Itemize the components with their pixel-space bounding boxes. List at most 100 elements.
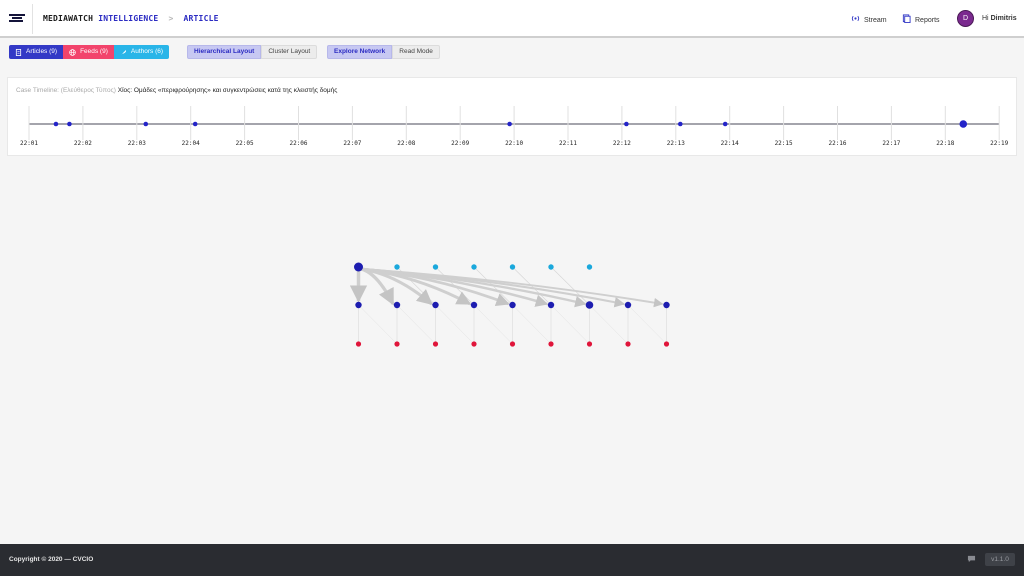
feed-node[interactable] [355,341,362,347]
read-mode-button[interactable]: Read Mode [392,45,440,59]
timeline-chart[interactable]: 22:01 22:02 22:03 22:04 22:05 22:06 22:07 22:08… [8,78,1018,157]
timeline-event-dot[interactable] [959,120,968,128]
mode-toggle: Explore Network Read Mode [327,45,440,59]
timeline-event-dot[interactable] [53,121,59,127]
article-feed-edge [589,304,629,345]
root-article-node[interactable] [354,262,363,272]
timeline-tick-label: 22:11 [559,140,577,147]
articles-filter-label: Articles (9) [26,48,58,55]
article-feed-edge [512,304,552,345]
timeline-event-dot[interactable] [192,121,198,127]
article-feed-edge [396,304,436,345]
reports-label: Reports [915,17,940,24]
feed-node[interactable] [471,341,477,347]
feed-node[interactable] [509,341,516,347]
footer: Copyright © 2020 — CVCIO [0,544,1024,576]
timeline-tick-label: 22:15 [775,140,793,147]
stream-link[interactable]: Stream [851,14,887,24]
timeline-tick-label: 22:06 [289,140,307,147]
timeline-tick-label: 22:08 [397,140,415,147]
authors-filter-button[interactable]: Authors (6) [113,45,170,59]
feed-node[interactable] [394,341,400,347]
article-node[interactable] [355,301,362,309]
app-logo-icon[interactable] [9,14,25,23]
explore-network-button[interactable]: Explore Network [327,45,393,59]
author-node[interactable] [432,264,439,270]
timeline-tick-label: 22:19 [990,140,1008,147]
article-feed-edge [358,304,398,345]
timeline-tick-label: 22:14 [721,140,739,147]
author-node[interactable] [586,264,593,270]
user-name: Dimitris [990,15,1017,22]
broadcast-icon [851,15,860,22]
article-node[interactable] [547,301,555,309]
timeline-tick-label: 22:02 [74,140,92,147]
network-graph[interactable] [0,160,1024,544]
chat-icon[interactable] [967,555,976,563]
timeline-tick-label: 22:12 [613,140,631,147]
article-node[interactable] [470,301,478,309]
article-node[interactable] [663,301,670,309]
timeline-event-dot[interactable] [507,121,512,127]
timeline-event-dot[interactable] [624,121,629,127]
top-navbar: MEDIAWATCH INTELLIGENCE > ARTICLE Stream… [0,0,1024,38]
timeline-tick-label: 22:01 [20,140,38,147]
author-node[interactable] [394,264,400,270]
document-icon [15,48,22,56]
case-timeline-card: Case Timeline: (Ελεύθερος Τύπος) Χίος: Ο… [7,77,1017,156]
timeline-tick-label: 22:17 [882,140,900,147]
divider [32,4,33,34]
timeline-event-dot[interactable] [67,121,72,127]
timeline-tick-label: 22:05 [236,140,254,147]
timeline-tick-label: 22:03 [128,140,146,147]
breadcrumb-current: ARTICLE [183,14,219,23]
author-node[interactable] [471,264,477,270]
article-node[interactable] [509,301,516,309]
timeline-tick-label: 22:07 [343,140,361,147]
articles-filter-button[interactable]: Articles (9) [9,45,64,59]
feather-icon [120,49,126,55]
stream-label: Stream [864,17,887,24]
timeline-event-dot[interactable] [143,121,149,127]
feed-node[interactable] [548,341,554,347]
avatar[interactable]: D [957,10,974,27]
timeline-event-dot[interactable] [677,121,683,127]
author-node[interactable] [509,264,516,270]
breadcrumb: MEDIAWATCH INTELLIGENCE > ARTICLE [43,14,219,23]
feed-node[interactable] [586,341,593,347]
article-feed-edge [550,304,590,345]
article-node[interactable] [585,301,594,309]
greeting: Hi [982,15,989,22]
cluster-layout-button[interactable]: Cluster Layout [261,45,318,59]
author-article-edge [550,266,590,306]
user-menu[interactable]: Hi Dimitris [982,15,1017,22]
feeds-filter-label: Feeds (9) [80,48,108,55]
globe-icon [69,48,76,56]
breadcrumb-separator: > [168,14,174,23]
brand-accent[interactable]: INTELLIGENCE [98,14,158,23]
article-feed-edge [627,304,667,345]
brand-name[interactable]: MEDIAWATCH [43,14,93,23]
timeline-tick-label: 22:04 [182,140,200,147]
reports-link[interactable]: Reports [902,14,940,24]
feed-node[interactable] [663,341,670,347]
authors-filter-label: Authors (6) [130,48,164,55]
article-node[interactable] [624,301,632,309]
feeds-filter-button[interactable]: Feeds (9) [63,45,114,59]
timeline-tick-label: 22:10 [505,140,523,147]
version-badge: v1.1.0 [985,553,1015,566]
timeline-tick-label: 22:16 [828,140,846,147]
article-feed-edge [473,304,513,345]
feed-node[interactable] [432,341,439,347]
layout-toggle: Hierarchical Layout Cluster Layout [187,45,318,59]
timeline-event-dot[interactable] [722,121,728,127]
timeline-tick-label: 22:18 [936,140,954,147]
copyright-text: Copyright © 2020 — CVCIO [9,556,94,563]
author-node[interactable] [548,264,554,270]
feed-node[interactable] [625,341,631,347]
article-node[interactable] [432,301,439,309]
entity-filters: Articles (9) Feeds (9) Authors (6) [9,45,170,59]
article-node[interactable] [393,301,401,309]
hierarchical-layout-button[interactable]: Hierarchical Layout [187,45,262,59]
document-icon [902,14,911,23]
